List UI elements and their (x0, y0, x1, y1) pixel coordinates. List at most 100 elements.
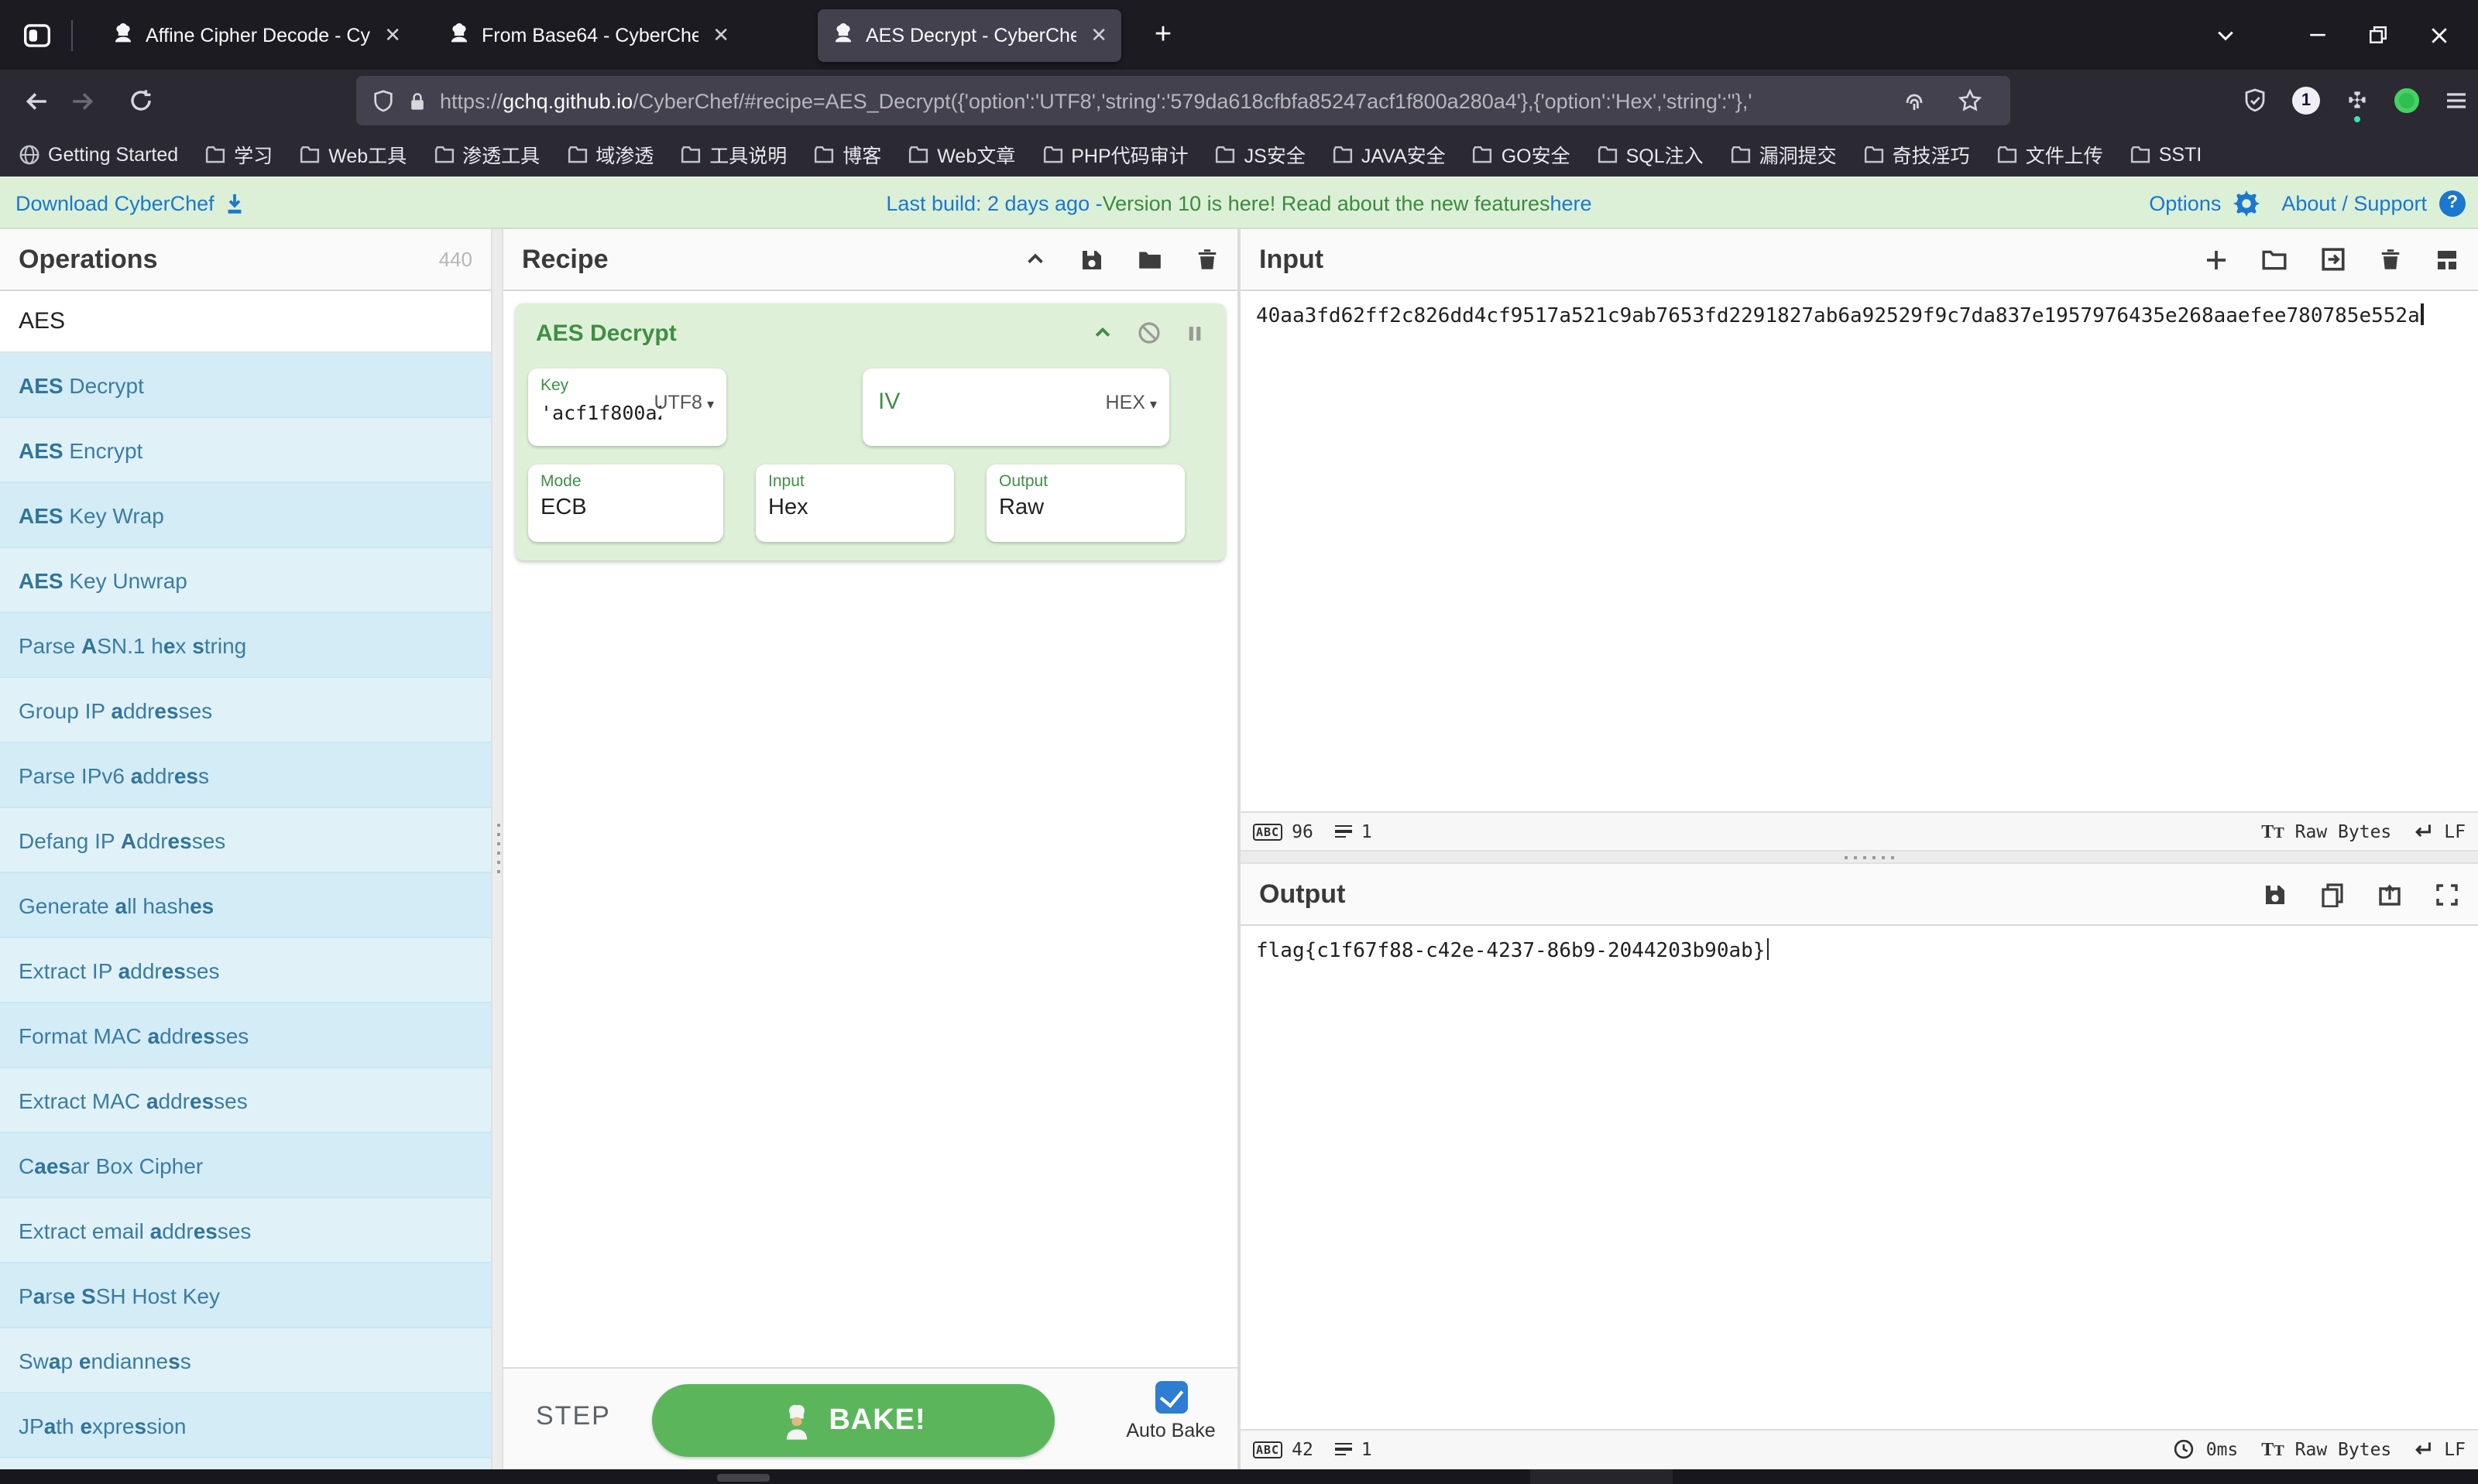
operation-list-item[interactable]: Parse ASN.1 hex string (0, 613, 491, 678)
permissions-icon[interactable] (1902, 88, 1927, 113)
minimize-button[interactable] (2308, 25, 2328, 45)
operation-list-item[interactable]: Group IP addresses (0, 678, 491, 743)
load-recipe-folder-icon[interactable] (1137, 246, 1163, 272)
copy-output-icon[interactable] (2320, 882, 2345, 907)
operation-list-item[interactable]: Defang IP Addresses (0, 808, 491, 873)
input-tabs-layout-icon[interactable] (2435, 247, 2459, 272)
save-output-icon[interactable] (2263, 882, 2288, 907)
open-folder-as-input-icon[interactable] (2320, 246, 2346, 272)
help-question-icon[interactable]: ? (2439, 190, 2466, 216)
bookmark-item[interactable]: Getting Started (19, 143, 178, 165)
bookmark-item[interactable]: 工具说明 (680, 139, 787, 169)
character-encoding-icon[interactable]: TT (2261, 820, 2284, 843)
collapse-operation-icon[interactable] (1092, 322, 1114, 344)
bookmark-item[interactable]: JAVA安全 (1332, 139, 1446, 169)
replace-input-with-output-icon[interactable] (2377, 882, 2402, 907)
operation-list-item[interactable]: Extract MAC addresses (0, 1068, 491, 1133)
disable-operation-icon[interactable] (1137, 320, 1162, 345)
new-tab-button[interactable]: + (1140, 18, 1186, 52)
bookmark-item[interactable]: 文件上传 (1996, 139, 2103, 169)
gear-icon[interactable] (2233, 190, 2260, 216)
key-encoding-dropdown[interactable]: UTF8▾ (654, 392, 714, 413)
key-field[interactable]: Key 'acf1f800a280… UTF8▾ (528, 368, 726, 446)
auto-bake-control[interactable]: Auto Bake (1112, 1381, 1230, 1441)
operation-list-item[interactable]: Format MAC addresses (0, 1003, 491, 1068)
bookmark-item[interactable]: PHP代码审计 (1042, 139, 1188, 169)
operation-list-item[interactable]: AES Key Unwrap (0, 548, 491, 613)
close-window-button[interactable] (2428, 24, 2450, 46)
url-bar[interactable]: https://gchq.github.io/CyberChef/#recipe… (356, 76, 2010, 125)
container-count-badge[interactable]: 1 (2292, 87, 2320, 115)
operation-list-item[interactable]: Extract IP addresses (0, 938, 491, 1003)
tab-close-icon[interactable]: ✕ (1090, 25, 1107, 45)
input-encoding[interactable]: Raw Bytes (2295, 821, 2392, 842)
output-eol[interactable]: LF (2444, 1438, 2466, 1460)
operation-list-item[interactable]: AES Decrypt (0, 353, 491, 418)
firefox-view-icon[interactable] (15, 13, 59, 57)
iv-field[interactable]: IV HEX▾ (863, 368, 1169, 446)
operation-list-item[interactable]: Parse SSH Host Key (0, 1263, 491, 1328)
bookmark-star-icon[interactable] (1958, 88, 1982, 113)
operation-list-item[interactable]: AES Key Wrap (0, 483, 491, 548)
tracking-protection-shield-icon[interactable] (2243, 88, 2267, 113)
restore-button[interactable] (2368, 25, 2388, 45)
clear-recipe-trash-icon[interactable] (1196, 248, 1219, 271)
input-type-dropdown[interactable]: Input Hex (756, 464, 954, 542)
bookmark-item[interactable]: GO安全 (1472, 139, 1570, 169)
open-file-folder-icon[interactable] (2261, 246, 2288, 272)
bookmark-item[interactable]: JS安全 (1215, 139, 1306, 169)
operation-list-item[interactable]: Extract email addresses (0, 1198, 491, 1263)
build-here-link[interactable]: here (1550, 191, 1592, 214)
output-type-dropdown[interactable]: Output Raw (987, 464, 1185, 542)
shield-icon[interactable] (372, 89, 395, 112)
auto-bake-checkbox[interactable] (1155, 1381, 1187, 1414)
bookmark-item[interactable]: Web文章 (908, 139, 1015, 169)
output-encoding[interactable]: Raw Bytes (2295, 1438, 2392, 1460)
bookmark-item[interactable]: 学习 (204, 139, 273, 169)
browser-tab-active[interactable]: AES Decrypt - CyberChef✕ (818, 9, 1121, 61)
clear-input-trash-icon[interactable] (2379, 248, 2402, 271)
key-value[interactable]: 'acf1f800a280… (541, 401, 661, 424)
line-ending-icon[interactable] (2411, 1440, 2433, 1458)
bake-button[interactable]: BAKE! (652, 1384, 1055, 1457)
back-button[interactable] (12, 77, 59, 124)
forward-button[interactable] (59, 77, 105, 124)
bookmark-item[interactable]: 域渗透 (566, 139, 654, 169)
operation-list-item[interactable]: AES Encrypt (0, 418, 491, 483)
bookmark-item[interactable]: 奇技淫巧 (1863, 139, 1970, 169)
recipe-operation-aes-decrypt[interactable]: AES Decrypt Key 'acf1f800a280… UTF8▾ IV … (516, 303, 1225, 560)
input-textarea[interactable]: 40aa3fd62ff2c826dd4cf9517a521c9ab7653fd2… (1241, 291, 2478, 811)
bookmark-item[interactable]: Web工具 (299, 139, 407, 169)
panel-splitter-horizontal[interactable] (1241, 850, 2478, 864)
about-support-link[interactable]: About / Support (2281, 191, 2427, 214)
iv-encoding-dropdown[interactable]: HEX▾ (1106, 392, 1157, 413)
character-encoding-icon[interactable]: TT (2261, 1438, 2284, 1461)
output-textarea[interactable]: flag{c1f67f88-c42e-4237-86b9-2044203b90a… (1241, 926, 2478, 1429)
collapse-recipe-icon[interactable] (1024, 248, 1047, 271)
panel-splitter-vertical[interactable] (491, 229, 503, 1484)
add-input-tab-icon[interactable] (2204, 247, 2229, 272)
lock-icon[interactable] (407, 91, 427, 111)
reload-button[interactable] (118, 77, 164, 124)
operation-list-item[interactable]: Generate all hashes (0, 873, 491, 938)
operation-list-item[interactable]: Caesar Box Cipher (0, 1133, 491, 1198)
breakpoint-pause-icon[interactable] (1185, 323, 1205, 343)
browser-tab[interactable]: From Base64 - CyberChef✕ (434, 9, 743, 61)
tab-close-icon[interactable]: ✕ (384, 25, 401, 45)
bookmark-item[interactable]: 漏洞提交 (1730, 139, 1837, 169)
adblock-extension-icon[interactable] (2394, 88, 2419, 113)
browser-tab[interactable]: Affine Cipher Decode - Cyber✕ (98, 9, 415, 61)
list-all-tabs-icon[interactable] (2215, 24, 2236, 46)
line-ending-icon[interactable] (2411, 822, 2433, 841)
operations-search-input[interactable]: AES (0, 291, 491, 353)
step-button[interactable]: STEP (536, 1401, 611, 1432)
maximize-output-icon[interactable] (2435, 882, 2459, 907)
operation-list-item[interactable]: JPath expression (0, 1393, 491, 1458)
operation-list-item[interactable]: Swap endianness (0, 1328, 491, 1393)
input-eol[interactable]: LF (2444, 821, 2466, 842)
options-link[interactable]: Options (2149, 191, 2221, 214)
menu-hamburger-icon[interactable] (2444, 88, 2469, 113)
bookmark-item[interactable]: SSTI (2130, 143, 2202, 165)
operation-list-item[interactable]: Parse IPv6 address (0, 743, 491, 808)
extension-icon[interactable] (2345, 88, 2370, 113)
